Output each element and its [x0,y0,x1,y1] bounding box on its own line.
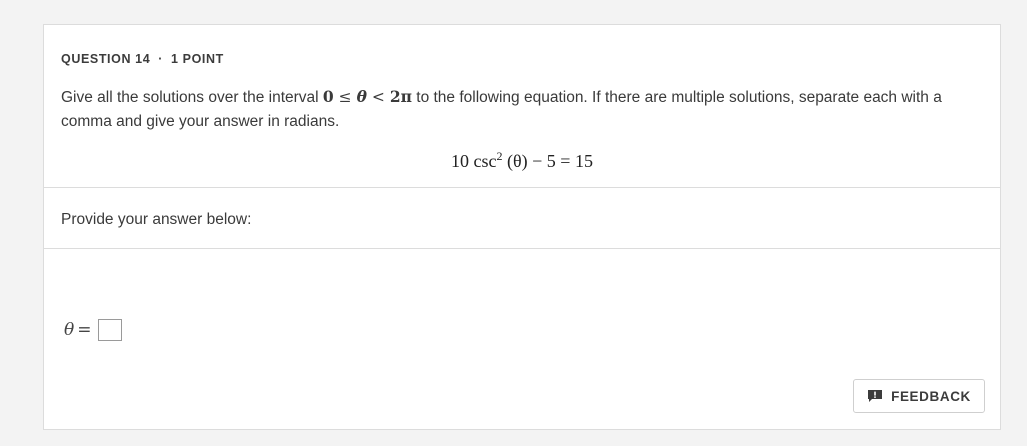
interval-lt: < [371,88,385,106]
divider-bottom [44,248,1000,249]
interval-leq: ≤ [338,88,352,106]
question-header: QUESTION 14 · 1 POINT [61,52,224,66]
answer-prompt: Provide your answer below: [61,211,252,228]
question-points: 1 POINT [171,52,224,66]
answer-variable: θ [64,320,75,340]
question-text-intro: Give all the solutions over the interval [61,89,323,106]
question-card: QUESTION 14 · 1 POINT Give all the solutio… [43,24,1001,430]
answer-input[interactable] [97,319,122,341]
answer-row: θ = [64,319,122,341]
feedback-button[interactable]: FEEDBACK [853,379,985,413]
equation-coef: 10 csc [451,151,497,171]
divider-top [44,187,1000,188]
feedback-label: FEEDBACK [891,388,971,404]
question-text: Give all the solutions over the interval… [61,85,986,134]
question-number: QUESTION 14 [61,52,151,66]
interval-upper: 2π [389,87,412,106]
equation: 10 csc2 (θ) − 5 = 15 [44,149,1000,172]
header-separator: · [158,52,164,66]
answer-equals: = [77,320,92,340]
equation-rest: (θ) − 5 = 15 [502,151,593,171]
feedback-icon [867,389,883,403]
interval-variable: θ [356,87,367,106]
interval-lower: 0 [322,87,334,106]
